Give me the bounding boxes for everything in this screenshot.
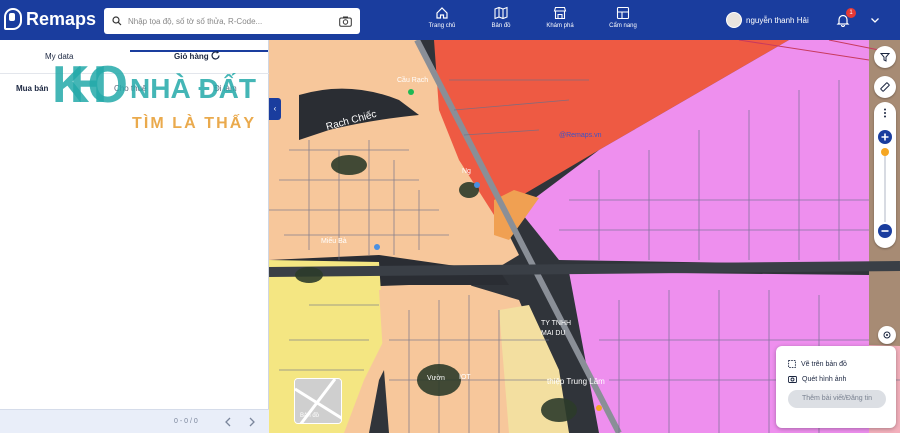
label-thiep: thiệp Trung Lâm <box>547 377 605 386</box>
basemap-label: Bản đồ <box>300 413 320 419</box>
chevron-down-icon[interactable] <box>870 15 880 25</box>
map-icon <box>494 6 508 20</box>
search-icon <box>112 16 122 26</box>
label-cty: TY TNHH <box>541 320 571 327</box>
locate-icon <box>883 331 891 339</box>
label-remaps: @Remaps.vn <box>559 132 602 139</box>
chevron-right-icon[interactable] <box>248 417 256 427</box>
label-cau-rach: Cầu Rạch <box>397 75 428 84</box>
user-menu[interactable]: nguyễn thanh Hải <box>726 12 809 28</box>
nav-map-label: Bản đồ <box>491 23 511 29</box>
nav-handbook-label: Cẩm nang <box>609 23 637 29</box>
watermark-nha-dat: NHÀ ĐẤT <box>130 73 256 104</box>
zoom-control <box>874 102 896 248</box>
ruler-button[interactable] <box>874 76 896 98</box>
top-bar: Remaps Trang chủ Bản đồ Khám phá Cẩm nan… <box>0 0 900 40</box>
nav-home-label: Trang chủ <box>428 23 456 29</box>
zoom-out-button[interactable] <box>878 224 892 238</box>
camera-icon <box>788 376 797 383</box>
ruler-icon <box>880 82 890 92</box>
scan-image-item[interactable]: Quét hình ảnh <box>788 375 846 383</box>
search-input[interactable] <box>128 16 339 26</box>
avatar <box>726 12 742 28</box>
app-logo[interactable]: Remaps <box>4 8 96 30</box>
draw-on-map-label: Vẽ trên bản đồ <box>801 360 847 368</box>
watermark-kho: KHO <box>52 56 128 114</box>
add-post-button[interactable]: Thêm bài viết/Đăng tin <box>788 390 886 408</box>
draw-on-map-item[interactable]: Vẽ trên bản đồ <box>788 360 847 368</box>
basemap-switcher[interactable]: Bản đồ <box>294 378 342 424</box>
more-icon[interactable] <box>883 108 887 118</box>
store-icon <box>553 6 567 20</box>
label-mieu: Miếu Bà <box>321 236 347 245</box>
search-box[interactable] <box>104 8 360 34</box>
label-mai: MAI DU <box>541 330 566 337</box>
scan-image-label: Quét hình ảnh <box>802 375 847 383</box>
pager-label: 0 - 0 / 0 <box>174 418 198 425</box>
tab-buy-sell[interactable]: Mua bán <box>16 84 48 93</box>
nav-explore-label: Khám phá <box>546 23 574 29</box>
nav-explore[interactable]: Khám phá <box>537 6 583 29</box>
logo-icon <box>4 8 22 30</box>
zoom-handle[interactable] <box>881 148 889 156</box>
camera-icon[interactable] <box>339 16 352 27</box>
watermark-logo: KHO NHÀ ĐẤT TÌM LÀ THẤY <box>52 56 256 132</box>
map-pin[interactable] <box>474 182 480 188</box>
filter-icon <box>880 53 890 62</box>
nav-home[interactable]: Trang chủ <box>419 6 465 29</box>
label-vuon: Vườn <box>427 375 445 382</box>
action-card: Vẽ trên bản đồ Quét hình ảnh Thêm bài vi… <box>776 346 896 428</box>
notification-badge: 1 <box>846 8 856 18</box>
app-name: Remaps <box>26 8 97 29</box>
map-pin[interactable] <box>408 89 414 95</box>
chevron-left-icon[interactable] <box>224 417 232 427</box>
pager: 0 - 0 / 0 <box>0 409 269 433</box>
watermark-tagline: TÌM LÀ THẤY <box>132 113 254 132</box>
map-pin[interactable] <box>596 405 602 411</box>
label-iot: IOT <box>459 374 471 381</box>
map-tools <box>874 46 896 106</box>
nav-map[interactable]: Bản đồ <box>478 6 524 29</box>
user-name: nguyễn thanh Hải <box>746 15 809 25</box>
collapse-panel-button[interactable]: ‹ <box>269 98 281 120</box>
zoom-track[interactable] <box>884 150 886 222</box>
draw-icon <box>788 360 796 368</box>
zoom-in-button[interactable] <box>878 130 892 144</box>
map-pin[interactable] <box>374 244 380 250</box>
locate-button[interactable] <box>878 326 896 344</box>
handbook-icon <box>616 6 630 20</box>
label-ng: Ng <box>462 168 471 175</box>
filter-button[interactable] <box>874 46 896 68</box>
side-panel: My data Giỏ hàng Mua bán Cho thuê Đi làm… <box>0 40 269 433</box>
home-icon <box>436 7 448 19</box>
nav-handbook[interactable]: Cẩm nang <box>600 6 646 29</box>
